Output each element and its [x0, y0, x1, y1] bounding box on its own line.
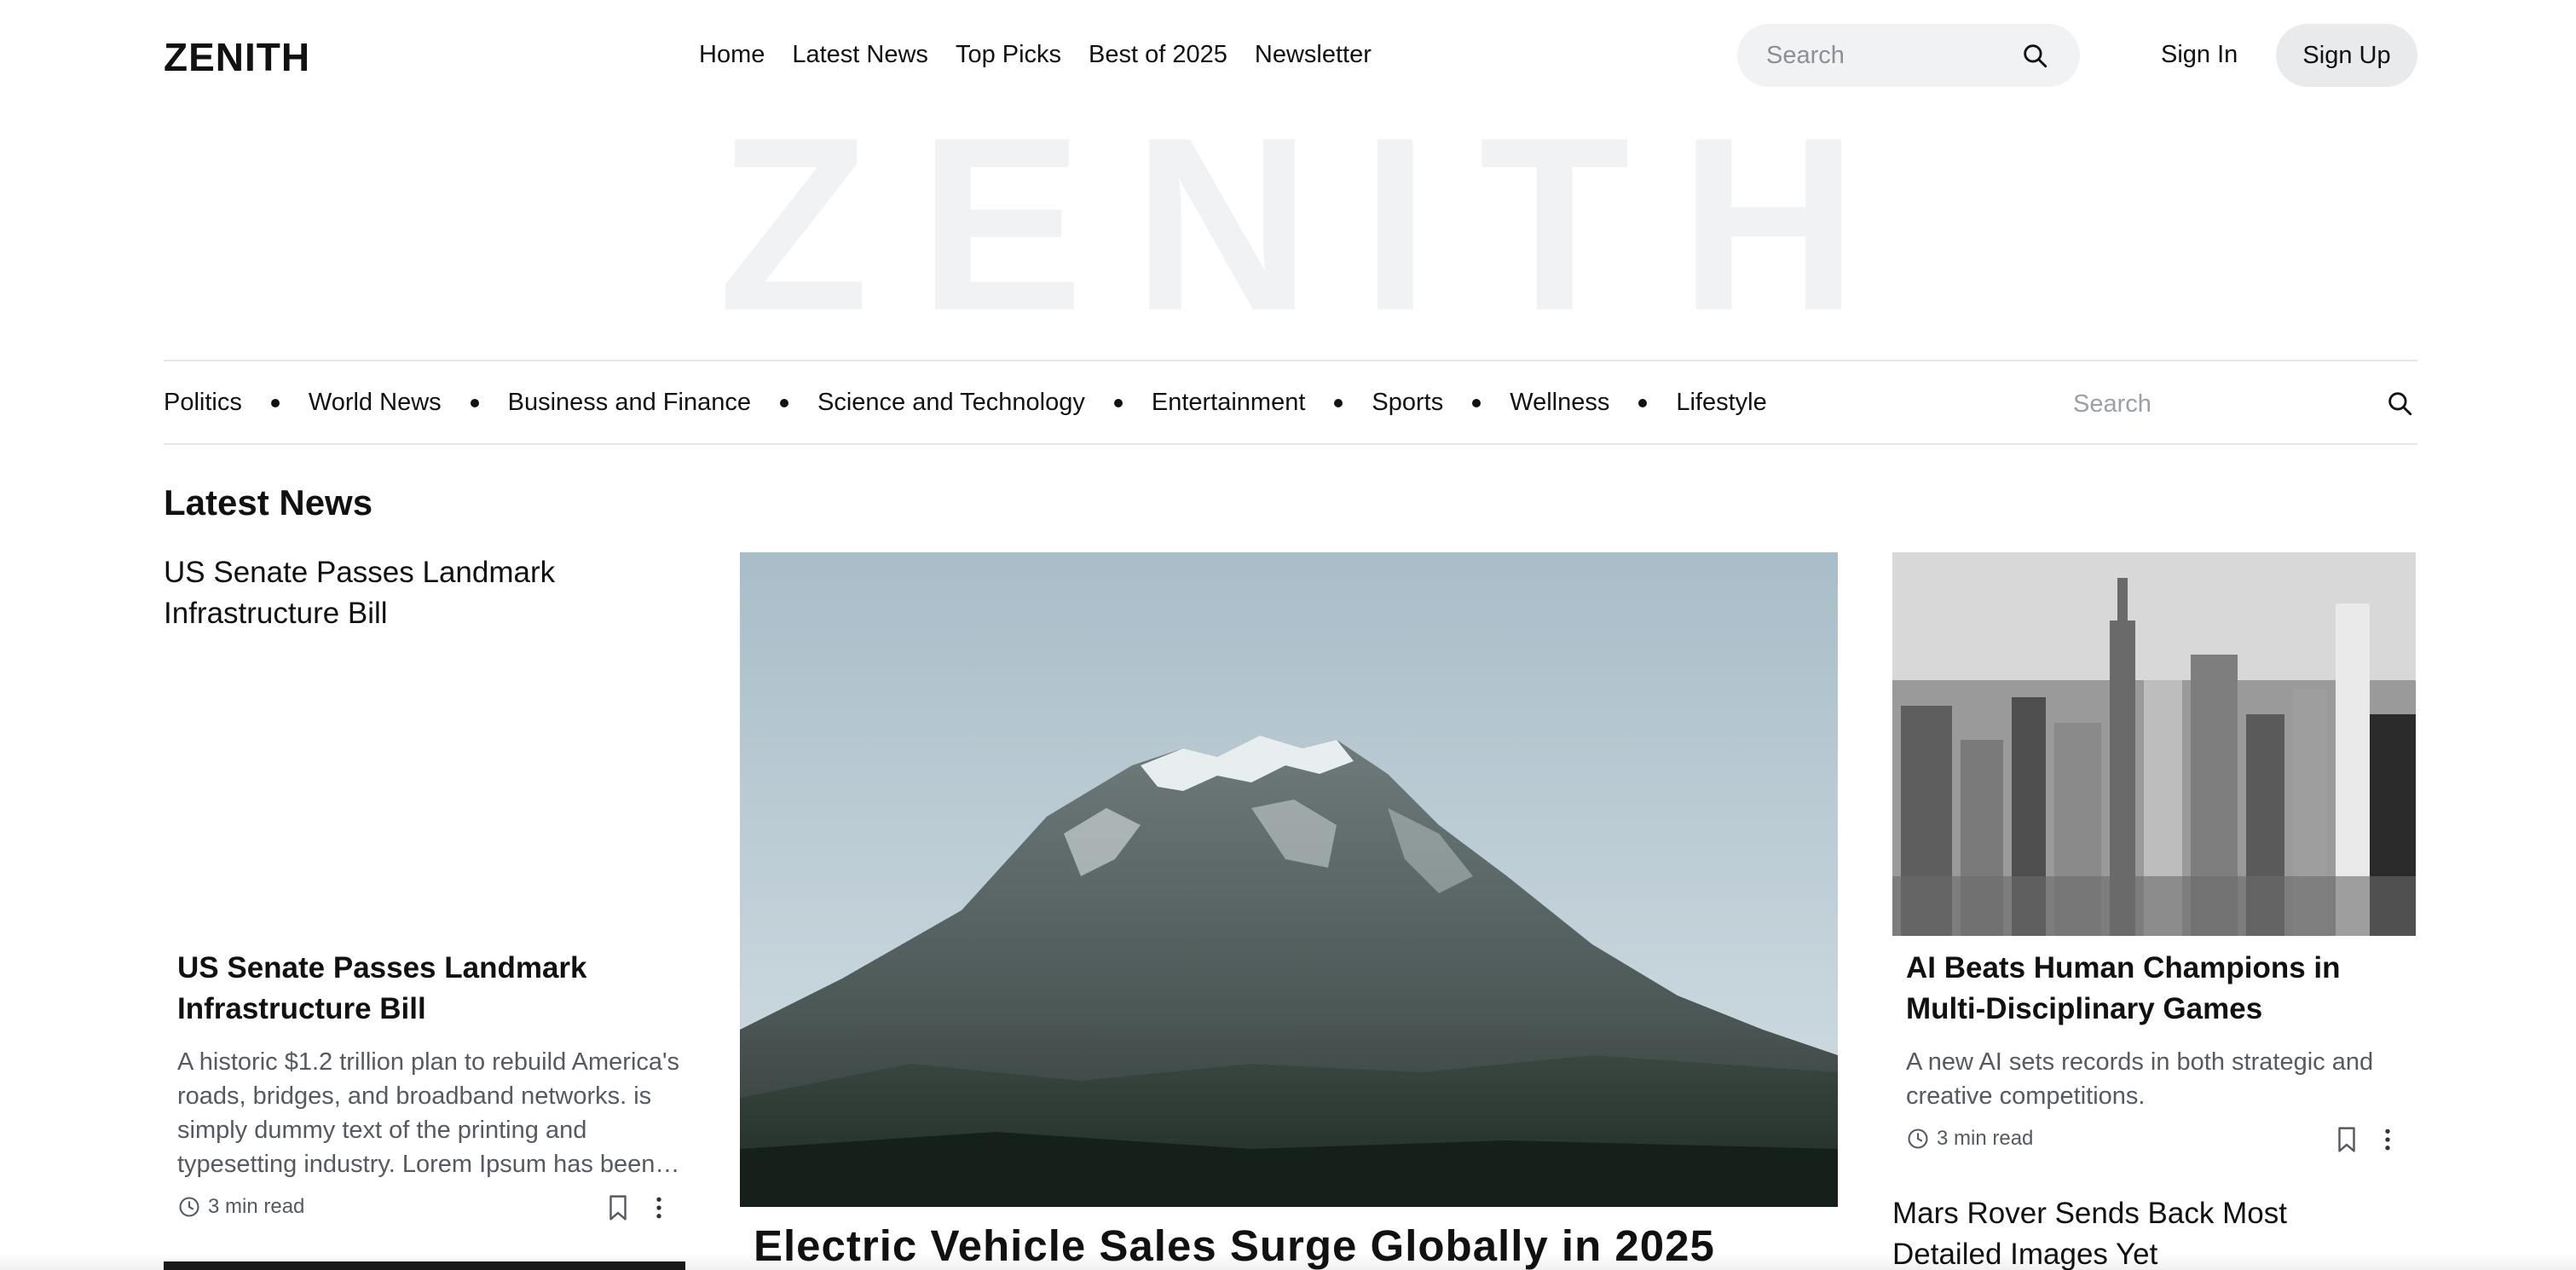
separator-dot	[270, 398, 280, 407]
category-lifestyle[interactable]: Lifestyle	[1676, 389, 1766, 417]
right-card-title[interactable]: AI Beats Human Champions in Multi-Discip…	[1906, 948, 2417, 1030]
clock-icon	[1908, 1129, 1928, 1149]
header-search-input[interactable]	[1766, 36, 2022, 75]
left-card-meta: 3 min read	[177, 1195, 304, 1219]
search-icon[interactable]	[2385, 389, 2414, 418]
category-science-technology[interactable]: Science and Technology	[817, 389, 1085, 417]
city-skyline-photo	[1892, 552, 2416, 936]
left-card-title[interactable]: US Senate Passes Landmark Infrastructure…	[177, 948, 689, 1030]
more-options-icon[interactable]	[2375, 1125, 2400, 1154]
nav-link-newsletter[interactable]: Newsletter	[1255, 41, 1372, 69]
left-card-excerpt: A historic $1.2 trillion plan to rebuild…	[177, 1048, 680, 1178]
left-top-headline[interactable]: US Senate Passes Landmark Infrastructure…	[164, 552, 564, 634]
header-search-box	[1737, 24, 2080, 87]
section-title: Latest News	[164, 482, 373, 522]
separator-dot	[1638, 398, 1648, 407]
search-icon[interactable]	[2020, 41, 2049, 70]
right-card-excerpt: A new AI sets records in both strategic …	[1906, 1048, 2374, 1110]
category-list: Politics World News Business and Finance…	[164, 389, 1767, 417]
category-sports[interactable]: Sports	[1372, 389, 1443, 417]
sign-in-button[interactable]: Sign In	[2161, 41, 2238, 69]
bookmark-icon[interactable]	[2334, 1125, 2359, 1154]
category-search-box	[2073, 385, 2414, 423]
hero-logo-watermark: ZENITH	[718, 86, 1908, 362]
site-logo[interactable]: ZENITH	[164, 34, 310, 80]
category-business-finance[interactable]: Business and Finance	[508, 389, 751, 417]
read-time: 3 min read	[208, 1195, 305, 1218]
separator-dot	[779, 398, 788, 407]
separator-dot	[1334, 398, 1343, 407]
category-bar: Politics World News Business and Finance…	[164, 360, 2417, 445]
nav-link-home[interactable]: Home	[699, 41, 765, 69]
right-article-image[interactable]	[1892, 552, 2416, 936]
bottom-fade	[0, 1253, 2576, 1270]
category-wellness[interactable]: Wellness	[1510, 389, 1609, 417]
bookmark-icon[interactable]	[605, 1193, 631, 1222]
sign-up-button[interactable]: Sign Up	[2276, 24, 2417, 87]
nav-link-best-of-2025[interactable]: Best of 2025	[1089, 41, 1227, 69]
primary-nav: Home Latest News Top Picks Best of 2025 …	[699, 41, 1399, 69]
category-politics[interactable]: Politics	[164, 389, 242, 417]
separator-dot	[470, 398, 479, 407]
category-search-input[interactable]	[2073, 385, 2363, 423]
read-time: 3 min read	[1937, 1127, 2034, 1150]
nav-link-latest-news[interactable]: Latest News	[792, 41, 928, 69]
right-card-meta: 3 min read	[1906, 1127, 2033, 1151]
mountain-photo	[740, 552, 1838, 1207]
category-entertainment[interactable]: Entertainment	[1152, 389, 1306, 417]
separator-dot	[1472, 398, 1481, 407]
more-options-icon[interactable]	[646, 1193, 672, 1222]
main-article-image[interactable]	[740, 552, 1838, 1207]
nav-link-top-picks[interactable]: Top Picks	[956, 41, 1061, 69]
separator-dot	[1113, 398, 1123, 407]
clock-icon	[179, 1197, 199, 1217]
category-world-news[interactable]: World News	[309, 389, 442, 417]
